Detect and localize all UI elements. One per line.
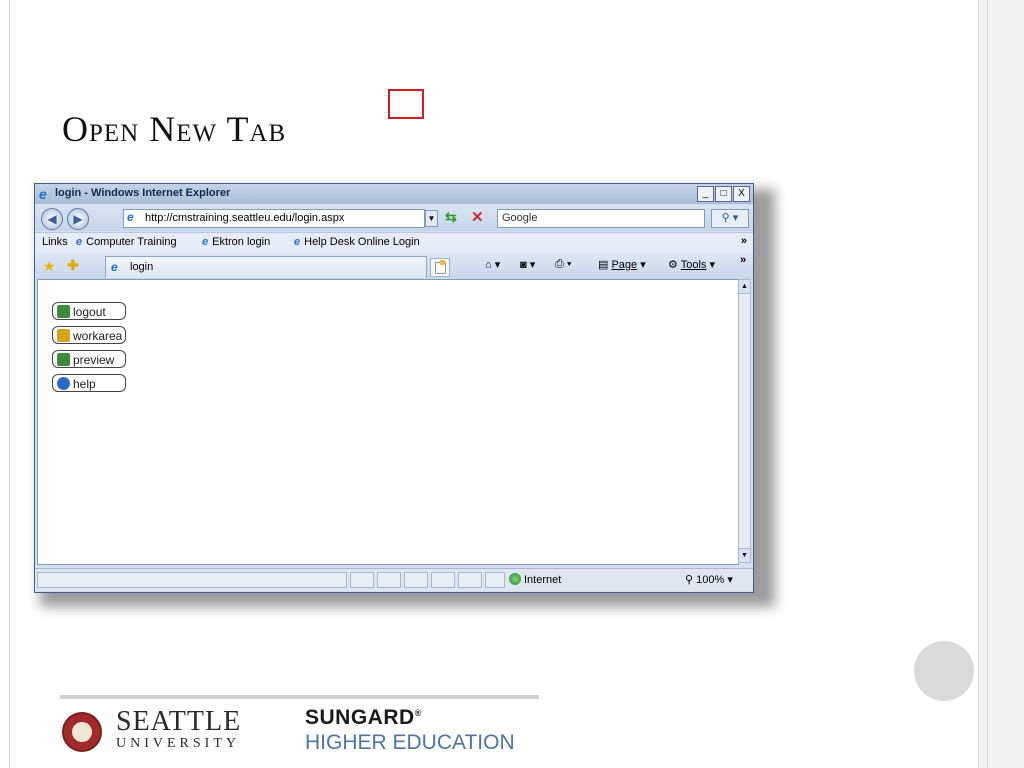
gear-icon: ⚙: [668, 259, 681, 271]
page-menu[interactable]: ▤ Page ▾: [598, 258, 646, 271]
status-cell: [458, 572, 482, 588]
new-tab-sparkle: [440, 260, 445, 265]
ie-page-icon: e: [202, 236, 209, 248]
link-ektron-login[interactable]: e Ektron login: [202, 236, 270, 248]
title-bar: e login - Windows Internet Explorer _ □ …: [35, 184, 753, 204]
page-icon: ▤: [598, 259, 612, 271]
status-bar: Internet ⚲ 100% ▾: [35, 568, 753, 591]
back-arrow-icon: ◀: [47, 212, 57, 226]
links-more-chevron[interactable]: »: [741, 235, 747, 247]
browser-window: e login - Windows Internet Explorer _ □ …: [34, 183, 754, 593]
higher-education-wordmark: HIGHER EDUCATION: [305, 731, 515, 754]
tools-menu[interactable]: ⚙ Tools ▾: [668, 258, 715, 271]
home-button[interactable]: ⌂ ▾: [485, 258, 500, 271]
back-button[interactable]: ◀: [41, 208, 63, 230]
footer-rule: [60, 695, 539, 699]
status-text-cell: [37, 572, 347, 588]
decorative-circle: [914, 641, 974, 701]
search-placeholder: Google: [502, 212, 538, 224]
search-button[interactable]: ⚲ ▾: [711, 209, 749, 228]
status-cell: [431, 572, 455, 588]
address-url: http://cmstraining.seattleu.edu/login.as…: [145, 212, 345, 224]
chevron-down-icon: ▼: [427, 214, 436, 223]
search-icon: ⚲ ▾: [721, 212, 739, 224]
seattle-university-seal-logo: [62, 712, 102, 752]
slide-title: Open New Tab: [62, 109, 287, 149]
new-tab-button[interactable]: [430, 258, 450, 277]
zoom-control[interactable]: ⚲ 100% ▾: [685, 573, 733, 586]
status-cell: [404, 572, 428, 588]
status-cell: [377, 572, 401, 588]
tab-label: login: [130, 261, 154, 273]
page-content: logout workarea preview help: [37, 279, 739, 565]
address-bar-row: ◀ ▶ e http://cmstraining.seattleu.edu/lo…: [35, 205, 753, 231]
stop-button[interactable]: ✕: [471, 208, 484, 226]
slide-left-rule: [9, 0, 10, 768]
status-cell: [350, 572, 374, 588]
workarea-icon: [57, 329, 70, 342]
new-tab-highlight-box: [388, 89, 424, 119]
university-wordmark: UNIVERSITY: [116, 736, 240, 751]
link-computer-training[interactable]: e Computer Training: [76, 236, 177, 248]
links-label: Links: [42, 236, 68, 248]
ie-page-icon: e: [294, 236, 301, 248]
logout-icon: [57, 305, 70, 318]
help-button[interactable]: help: [52, 374, 126, 392]
refresh-button[interactable]: ⇆: [445, 209, 457, 226]
window-controls: _ □ X: [697, 186, 750, 202]
tab-row: ★ ✚ e login ⌂ ▾ ◙ ▾ ⎙ ▾ ▤ Page ▾ ⚙ Tools…: [35, 253, 753, 279]
vertical-scrollbar[interactable]: ▲ ▼: [738, 279, 751, 563]
address-field[interactable]: e http://cmstraining.seattleu.edu/login.…: [123, 209, 425, 228]
ie-page-icon: e: [111, 260, 118, 274]
logout-button[interactable]: logout: [52, 302, 126, 320]
tab-login[interactable]: e login: [105, 256, 427, 278]
scroll-down-arrow-icon[interactable]: ▼: [739, 548, 750, 562]
zoom-icon: ⚲: [685, 574, 697, 586]
command-more-chevron[interactable]: »: [740, 254, 746, 266]
security-zone[interactable]: Internet: [509, 573, 561, 586]
seattle-wordmark: SEATTLE: [116, 706, 242, 737]
workarea-button[interactable]: workarea: [52, 326, 126, 344]
favorites-center-icon[interactable]: ★: [43, 258, 56, 275]
print-button[interactable]: ⎙ ▾: [555, 258, 571, 271]
add-favorites-icon[interactable]: ✚: [67, 257, 79, 274]
page-ie-icon: e: [127, 210, 134, 224]
ie-page-icon: e: [76, 236, 83, 248]
preview-button[interactable]: preview: [52, 350, 126, 368]
print-icon: ⎙ ▾: [555, 258, 572, 270]
links-toolbar: Links e Computer Training e Ektron login e…: [35, 232, 753, 254]
forward-arrow-icon: ▶: [73, 212, 83, 226]
sungard-wordmark: SUNGARD®: [305, 706, 422, 729]
preview-icon: [57, 353, 70, 366]
rss-icon: ◙ ▾: [520, 259, 536, 271]
globe-icon: [509, 573, 521, 585]
slide-right-panel: [978, 0, 1024, 768]
maximize-button[interactable]: □: [715, 186, 732, 202]
minimize-button[interactable]: _: [697, 186, 714, 202]
ie-logo-icon: e: [39, 186, 47, 202]
address-dropdown-button[interactable]: ▼: [425, 210, 438, 227]
window-title: login - Windows Internet Explorer: [55, 187, 231, 199]
help-icon: [57, 377, 70, 390]
link-help-desk[interactable]: e Help Desk Online Login: [294, 236, 420, 248]
scroll-up-arrow-icon[interactable]: ▲: [739, 280, 750, 294]
forward-button[interactable]: ▶: [67, 208, 89, 230]
close-button[interactable]: X: [733, 186, 750, 202]
home-icon: ⌂ ▾: [485, 259, 501, 271]
search-input[interactable]: Google: [497, 209, 705, 228]
status-cell: [485, 572, 505, 588]
feeds-button[interactable]: ◙ ▾: [520, 258, 535, 271]
